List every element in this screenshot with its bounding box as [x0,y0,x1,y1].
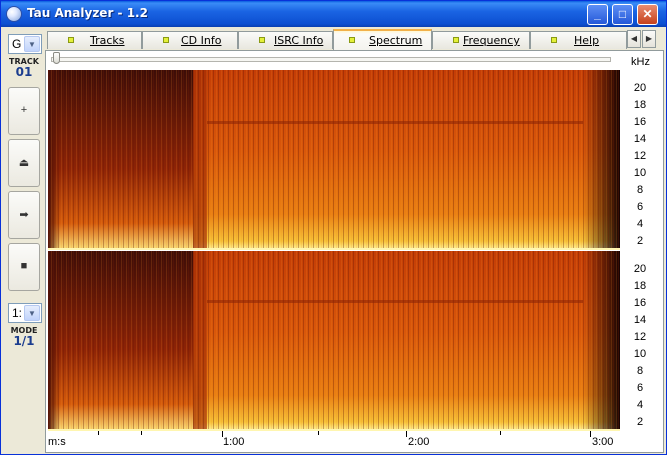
tab-frequency[interactable]: Frequency [432,31,530,49]
y-tick-label: 8 [636,365,644,377]
plus-icon: + [20,104,28,116]
spectrogram-image [48,251,620,431]
y-tick-label: 6 [636,382,644,394]
tab-label: Frequency [463,34,520,47]
tab-label: Spectrum [369,34,423,47]
minimize-button[interactable]: _ [587,4,608,25]
tab-label: CD Info [181,34,222,47]
led-icon [259,37,265,43]
position-slider-track[interactable] [51,57,611,62]
y-tick-label: 2 [636,235,644,247]
drive-select[interactable]: G ▼ [8,34,42,54]
led-icon [551,37,557,43]
drive-select-value: G [12,37,22,51]
tab-scroll-right-button[interactable]: ▶ [642,30,656,48]
app-icon[interactable] [6,6,22,22]
y-tick-label: 16 [633,116,647,128]
title-bar[interactable]: Tau Analyzer - 1.2 _ □ ✕ [1,1,666,27]
maximize-button[interactable]: □ [612,4,633,25]
y-tick-label: 2 [636,416,644,428]
led-icon [68,37,74,43]
tab-cd-info[interactable]: CD Info [142,31,238,49]
tab-tracks[interactable]: Tracks [47,31,142,49]
tab-label: ISRC Info [274,34,324,47]
tab-help[interactable]: Help [530,31,627,49]
x-tick-mark [590,431,591,437]
mode-value: 1/1 [13,334,35,348]
close-button[interactable]: ✕ [637,4,658,25]
y-tick-label: 8 [636,184,644,196]
spectrogram-channel-2 [48,251,620,431]
y-tick-label: 16 [633,297,647,309]
track-value: 01 [15,65,33,79]
x-tick-mark [98,431,99,435]
x-axis-unit-label: m:s [48,436,66,448]
y-tick-label: 20 [633,263,647,275]
y-tick-label: 18 [633,99,647,111]
x-tick-mark [406,431,407,437]
spectrogram-image [48,70,620,250]
led-icon [163,37,169,43]
add-button[interactable]: + [8,87,40,135]
play-button[interactable]: ➡ [8,191,40,239]
x-tick-mark [318,431,319,435]
frequency-axis-channel-2: 20 18 16 14 12 10 8 6 4 2 [621,251,661,431]
y-tick-label: 12 [633,150,647,162]
tab-label: Tracks [90,34,125,47]
tab-bar: Tracks CD Info ISRC Info Spectrum Freque… [45,29,647,50]
tab-spectrum[interactable]: Spectrum [333,29,432,50]
y-tick-label: 4 [636,399,644,411]
x-tick-label: 1:00 [223,436,245,448]
eject-icon: ⏏ [18,157,30,169]
time-axis: m:s 1:00 2:00 3:00 [48,431,620,451]
app-window: Tau Analyzer - 1.2 _ □ ✕ G ▼ TRACK 01 + … [0,0,667,455]
window-title: Tau Analyzer - 1.2 [27,6,148,20]
x-tick-mark [141,431,142,435]
y-tick-label: 14 [633,133,647,145]
mode-select[interactable]: 1: ▼ [8,303,42,323]
y-tick-label: 12 [633,331,647,343]
chevron-down-icon[interactable]: ▼ [24,305,40,321]
eject-button[interactable]: ⏏ [8,139,40,187]
x-tick-label: 2:00 [408,436,430,448]
tab-label: Help [574,34,600,47]
stop-button[interactable]: ■ [8,243,40,291]
y-tick-label: 6 [636,201,644,213]
arrow-right-icon: ➡ [19,209,29,221]
chevron-down-icon[interactable]: ▼ [24,36,40,52]
tab-scroll-left-button[interactable]: ◀ [627,30,641,48]
stop-icon: ■ [20,260,28,272]
tab-isrc-info[interactable]: ISRC Info [238,31,333,49]
y-tick-label: 4 [636,218,644,230]
y-tick-label: 14 [633,314,647,326]
y-tick-label: 10 [633,348,647,360]
frequency-axis-channel-1: 20 18 16 14 12 10 8 6 4 2 [621,70,661,250]
left-panel: G ▼ TRACK 01 + ⏏ ➡ ■ 1: ▼ MODE 1/1 [3,29,43,454]
x-tick-mark [500,431,501,435]
position-slider-thumb[interactable] [53,52,60,64]
y-tick-label: 10 [633,167,647,179]
mode-select-value: 1: [12,306,23,320]
x-tick-label: 3:00 [592,436,614,448]
led-icon [453,37,459,43]
y-tick-label: 18 [633,280,647,292]
led-icon [349,37,355,43]
y-tick-label: 20 [633,82,647,94]
unit-label: kHz [631,56,650,68]
spectrogram-channel-1 [48,70,620,250]
